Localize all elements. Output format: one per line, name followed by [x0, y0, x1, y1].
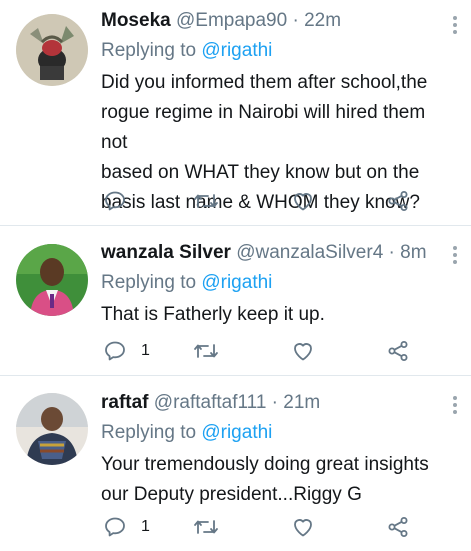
like-button[interactable]: [291, 188, 315, 214]
share-icon: [388, 517, 408, 537]
retweet-button[interactable]: [193, 338, 219, 364]
share-icon: [388, 341, 408, 361]
tweet-header: Moseka @Empapa90 · 22m: [101, 8, 441, 34]
reply-button[interactable]: 1: [103, 338, 150, 364]
more-vertical-icon[interactable]: [453, 246, 457, 267]
tweet-text: That is Fatherly keep it up.: [101, 300, 441, 330]
avatar[interactable]: [16, 14, 88, 86]
mention-link[interactable]: @rigathi: [201, 422, 272, 443]
tweet-actions: 1: [101, 514, 441, 540]
retweet-button[interactable]: [193, 514, 219, 540]
avatar[interactable]: [16, 244, 88, 316]
tweet-content: raftaf @raftaftaf111 · 21m Replying to @…: [101, 390, 441, 510]
retweet-icon: [194, 344, 218, 358]
tweet-content: Moseka @Empapa90 · 22m Replying to @riga…: [101, 8, 441, 218]
display-name[interactable]: wanzala Silver: [101, 242, 231, 263]
replying-to-label: Replying to: [101, 272, 197, 293]
display-name[interactable]: Moseka: [101, 10, 171, 31]
timestamp[interactable]: 8m: [400, 242, 426, 263]
separator: ·: [292, 10, 299, 31]
more-vertical-icon[interactable]: [453, 16, 457, 37]
tweet-text-line: based on WHAT they know but on the: [101, 162, 420, 183]
tweet-text-line: our Deputy president...Riggy G: [101, 484, 362, 505]
retweet-button[interactable]: [193, 188, 219, 214]
replying-to-label: Replying to: [101, 40, 197, 61]
display-name[interactable]: raftaf: [101, 392, 149, 413]
share-button[interactable]: [386, 188, 410, 214]
tweet[interactable]: wanzala Silver @wanzalaSilver4 · 8m Repl…: [0, 226, 471, 376]
mention-link[interactable]: @rigathi: [201, 272, 272, 293]
avatar[interactable]: [16, 393, 88, 465]
tweet-text: Your tremendously doing great insights o…: [101, 450, 441, 510]
share-button[interactable]: [386, 514, 410, 540]
heart-icon: [294, 343, 312, 361]
reply-count: 1: [141, 342, 150, 359]
share-button[interactable]: [386, 338, 410, 364]
replying-to: Replying to @rigathi: [101, 36, 441, 66]
reply-icon: [105, 517, 125, 537]
like-button[interactable]: [291, 514, 315, 540]
tweet-actions: 1: [101, 338, 441, 364]
tweet-text-line: Your tremendously doing great insights: [101, 454, 429, 475]
tweet[interactable]: raftaf @raftaftaf111 · 21m Replying to @…: [0, 376, 471, 551]
avatar-image: [16, 14, 88, 86]
reply-button[interactable]: 1: [103, 514, 150, 540]
reply-count: 1: [141, 518, 150, 535]
tweet-header: wanzala Silver @wanzalaSilver4 · 8m: [101, 240, 441, 266]
more-vertical-icon[interactable]: [453, 396, 457, 417]
tweet-text-line: Did you informed them after school,the: [101, 72, 428, 93]
timestamp[interactable]: 22m: [304, 10, 341, 31]
tweet-text-line: rogue regime in Nairobi will hired them …: [101, 102, 426, 153]
reply-icon: [105, 191, 125, 211]
user-handle[interactable]: @raftaftaf111: [154, 392, 267, 413]
timestamp[interactable]: 21m: [283, 392, 320, 413]
avatar-image: [16, 244, 88, 316]
heart-icon: [294, 519, 312, 537]
avatar-image: [16, 393, 88, 465]
mention-link[interactable]: @rigathi: [201, 40, 272, 61]
tweet-text-line: That is Fatherly keep it up.: [101, 304, 325, 325]
retweet-icon: [194, 520, 218, 534]
tweet-actions: [101, 188, 441, 214]
user-handle[interactable]: @Empapa90: [176, 10, 287, 31]
retweet-icon: [194, 194, 218, 208]
like-button[interactable]: [291, 338, 315, 364]
replying-to-label: Replying to: [101, 422, 197, 443]
separator: ·: [271, 392, 278, 413]
tweet[interactable]: Moseka @Empapa90 · 22m Replying to @riga…: [0, 0, 471, 226]
replying-to: Replying to @rigathi: [101, 418, 441, 448]
heart-icon: [294, 193, 312, 211]
reply-icon: [105, 341, 125, 361]
tweet-header: raftaf @raftaftaf111 · 21m: [101, 390, 441, 416]
separator: ·: [388, 242, 395, 263]
share-icon: [388, 191, 408, 211]
replying-to: Replying to @rigathi: [101, 268, 441, 298]
tweet-content: wanzala Silver @wanzalaSilver4 · 8m Repl…: [101, 240, 441, 330]
reply-button[interactable]: [103, 188, 141, 214]
user-handle[interactable]: @wanzalaSilver4: [236, 242, 383, 263]
